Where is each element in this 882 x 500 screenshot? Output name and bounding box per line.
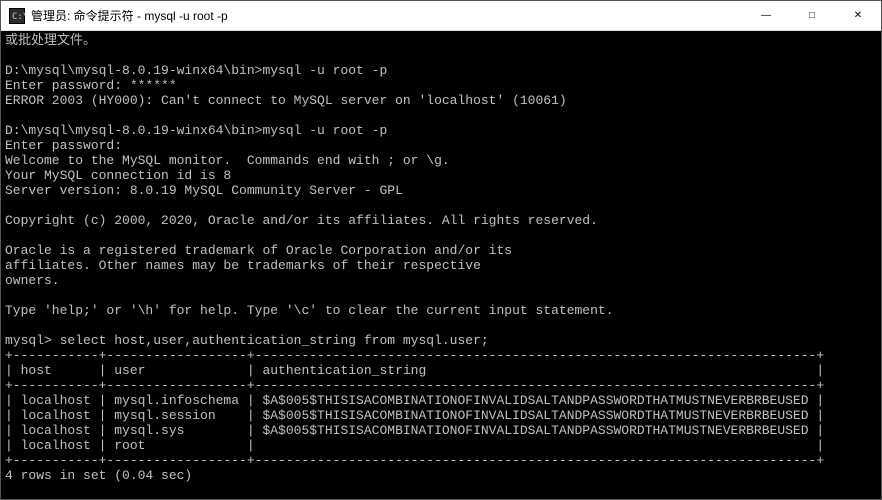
- terminal-line: ERROR 2003 (HY000): Can't connect to MyS…: [5, 93, 877, 108]
- terminal-line: Copyright (c) 2000, 2020, Oracle and/or …: [5, 213, 877, 228]
- terminal-line: | localhost | mysql.session | $A$005$THI…: [5, 408, 877, 423]
- maximize-button[interactable]: □: [789, 1, 835, 30]
- terminal-line: Server version: 8.0.19 MySQL Community S…: [5, 183, 877, 198]
- terminal-line: [5, 228, 877, 243]
- minimize-button[interactable]: —: [743, 1, 789, 30]
- terminal-line: | localhost | mysql.infoschema | $A$005$…: [5, 393, 877, 408]
- terminal-line: 4 rows in set (0.04 sec): [5, 468, 877, 483]
- terminal-line: 或批处理文件。: [5, 33, 877, 48]
- terminal-line: owners.: [5, 273, 877, 288]
- close-button[interactable]: ✕: [835, 1, 881, 30]
- terminal-line: D:\mysql\mysql-8.0.19-winx64\bin>mysql -…: [5, 63, 877, 78]
- terminal-line: Your MySQL connection id is 8: [5, 168, 877, 183]
- terminal-line: Welcome to the MySQL monitor. Commands e…: [5, 153, 877, 168]
- terminal-line: | localhost | root | |: [5, 438, 877, 453]
- terminal-output[interactable]: 或批处理文件。 D:\mysql\mysql-8.0.19-winx64\bin…: [1, 31, 881, 499]
- terminal-line: +-----------+------------------+--------…: [5, 378, 877, 393]
- terminal-line: mysql> select host,user,authentication_s…: [5, 333, 877, 348]
- terminal-line: +-----------+------------------+--------…: [5, 453, 877, 468]
- window-controls: — □ ✕: [743, 1, 881, 30]
- titlebar[interactable]: C:\ 管理员: 命令提示符 - mysql -u root -p — □ ✕: [1, 1, 881, 31]
- cmd-icon: C:\: [9, 8, 25, 24]
- terminal-line: [5, 48, 877, 63]
- terminal-line: | localhost | mysql.sys | $A$005$THISISA…: [5, 423, 877, 438]
- terminal-line: [5, 318, 877, 333]
- terminal-line: mysql> _: [5, 498, 877, 499]
- terminal-line: affiliates. Other names may be trademark…: [5, 258, 877, 273]
- terminal-line: D:\mysql\mysql-8.0.19-winx64\bin>mysql -…: [5, 123, 877, 138]
- terminal-line: | host | user | authentication_string |: [5, 363, 877, 378]
- terminal-line: Enter password: ******: [5, 78, 877, 93]
- svg-text:C:\: C:\: [12, 12, 25, 22]
- terminal-line: [5, 288, 877, 303]
- window-title: 管理员: 命令提示符 - mysql -u root -p: [31, 7, 228, 24]
- terminal-line: [5, 108, 877, 123]
- terminal-line: Oracle is a registered trademark of Orac…: [5, 243, 877, 258]
- terminal-line: Enter password:: [5, 138, 877, 153]
- command-prompt-window: C:\ 管理员: 命令提示符 - mysql -u root -p — □ ✕ …: [0, 0, 882, 500]
- terminal-line: +-----------+------------------+--------…: [5, 348, 877, 363]
- terminal-line: [5, 198, 877, 213]
- terminal-line: [5, 483, 877, 498]
- titlebar-left: C:\ 管理员: 命令提示符 - mysql -u root -p: [1, 7, 228, 24]
- terminal-line: Type 'help;' or '\h' for help. Type '\c'…: [5, 303, 877, 318]
